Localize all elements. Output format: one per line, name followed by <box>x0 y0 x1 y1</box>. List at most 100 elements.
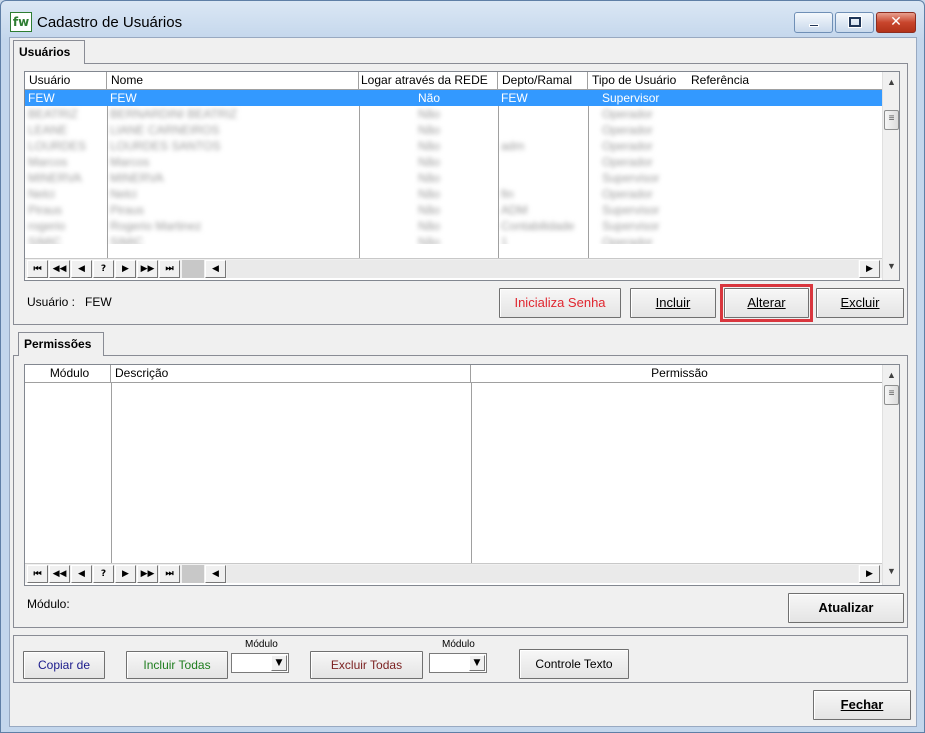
nav-next-page-button[interactable]: ▶▶ <box>137 565 158 583</box>
column-header-usuario[interactable]: Usuário <box>25 72 107 90</box>
delete-all-button[interactable]: Excluir Todas <box>310 651 423 679</box>
close-window-button[interactable]: ✕ <box>876 12 916 33</box>
text-control-button[interactable]: Controle Texto <box>519 649 629 679</box>
column-header-nome[interactable]: Nome <box>107 72 359 90</box>
table-row[interactable]: LOURDES LOURDES SANTOS Não adm Operador <box>25 138 882 154</box>
column-header-referencia[interactable]: Referência <box>684 72 884 90</box>
nav-last-button[interactable]: ⏭ <box>159 565 180 583</box>
close-button-label: Fechar <box>840 697 884 712</box>
users-vertical-scrollbar[interactable]: ▲ ≡ ▼ <box>882 72 899 280</box>
delete-module-select[interactable]: ▼ <box>429 653 487 673</box>
nav-search-button[interactable]: ? <box>93 565 114 583</box>
table-row-selected[interactable]: FEW FEW Não FEW Supervisor <box>25 90 882 106</box>
table-row[interactable]: Marcos Marcos Não Operador <box>25 154 882 170</box>
nav-prev-page-button[interactable]: ◀◀ <box>49 565 70 583</box>
users-grid[interactable]: Usuário Nome Logar através da REDE Depto… <box>24 71 900 281</box>
nav-prev-button[interactable]: ◀ <box>71 260 92 278</box>
users-record-navigator: ⏮ ◀◀ ◀ ? ▶ ▶▶ ⏭ ◀ ▶ <box>25 258 882 278</box>
include-user-button[interactable]: Incluir <box>630 288 716 318</box>
nav-next-button[interactable]: ▶ <box>115 260 136 278</box>
table-row[interactable]: LEANE LIANE CARNEIROS Não Operador <box>25 122 882 138</box>
table-row[interactable]: Nelci Nelci Não fin Operador <box>25 186 882 202</box>
column-divider <box>111 383 112 563</box>
delete-user-button[interactable]: Excluir <box>816 288 904 318</box>
nav-prev-button[interactable]: ◀ <box>71 565 92 583</box>
scroll-up-arrow-icon[interactable]: ▲ <box>883 367 899 384</box>
nav-next-page-button[interactable]: ▶▶ <box>137 260 158 278</box>
cell-rede: Não <box>418 203 441 217</box>
column-header-tipo-usuario[interactable]: Tipo de Usuário <box>588 72 684 90</box>
nav-first-button[interactable]: ⏮ <box>27 260 48 278</box>
cell-depto <box>498 122 588 138</box>
column-header-depto-ramal[interactable]: Depto/Ramal <box>498 72 588 90</box>
copy-from-button[interactable]: Copiar de <box>23 651 105 679</box>
table-row[interactable]: rogerio Rogerio Martinez Não Contabilida… <box>25 218 882 234</box>
column-header-permissao[interactable]: Permissão <box>471 365 884 383</box>
cell-tipo: Operador <box>602 139 653 153</box>
permissions-vertical-scrollbar[interactable]: ▲ ≡ ▼ <box>882 365 899 585</box>
cell-rede: Não <box>418 219 441 233</box>
cell-tipo: Supervisor <box>602 171 660 185</box>
minimize-button[interactable] <box>794 12 833 33</box>
nav-next-button[interactable]: ▶ <box>115 565 136 583</box>
table-row[interactable]: SIMIC SIMIC Não 1 Operador <box>25 234 882 244</box>
nav-last-button[interactable]: ⏭ <box>159 260 180 278</box>
scroll-right-button[interactable]: ▶ <box>859 565 880 583</box>
cell-usuario: FEW <box>28 91 55 105</box>
window-title: Cadastro de Usuários <box>37 14 183 31</box>
minimize-icon <box>809 24 819 27</box>
delete-module-label: Módulo <box>442 639 475 650</box>
scroll-right-button[interactable]: ▶ <box>859 260 880 278</box>
cell-nome: Piraus <box>110 203 145 217</box>
chevron-down-icon[interactable]: ▼ <box>271 655 287 671</box>
cell-tipo: Operador <box>602 107 653 121</box>
column-header-modulo[interactable]: Módulo <box>25 365 111 383</box>
table-row[interactable]: MINERVA MINERVA Não Supervisor <box>25 170 882 186</box>
permissions-grid[interactable]: Módulo Descrição Permissão ⏮ ◀◀ ◀ ? ▶ ▶▶… <box>24 364 900 586</box>
cell-usuario: BEATRIZ <box>28 107 78 121</box>
nav-separator <box>182 565 204 583</box>
nav-search-button[interactable]: ? <box>93 260 114 278</box>
cell-usuario: Marcos <box>28 155 68 169</box>
column-header-logar-rede[interactable]: Logar através da REDE <box>359 72 498 90</box>
tab-permissoes[interactable]: Permissões <box>18 332 104 356</box>
horizontal-scroll-track[interactable] <box>227 260 858 278</box>
cell-usuario: Piraus <box>28 203 63 217</box>
reset-password-button[interactable]: Inicializa Senha <box>499 288 621 318</box>
horizontal-scroll-track[interactable] <box>227 565 858 583</box>
cell-tipo: Supervisor <box>602 91 660 105</box>
scroll-thumb[interactable]: ≡ <box>884 110 899 130</box>
scroll-down-arrow-icon[interactable]: ▼ <box>883 258 899 275</box>
cell-nome: Marcos <box>110 155 150 169</box>
tab-usuarios[interactable]: Usuários <box>13 40 85 64</box>
current-user-value: FEW <box>85 295 112 309</box>
cell-tipo: Operador <box>602 235 653 244</box>
update-button[interactable]: Atualizar <box>788 593 904 623</box>
close-button[interactable]: Fechar <box>813 690 911 720</box>
scroll-thumb[interactable]: ≡ <box>884 385 899 405</box>
title-bar[interactable]: fw Cadastro de Usuários ✕ <box>1 1 924 37</box>
cell-usuario: Nelci <box>28 187 55 201</box>
column-divider <box>471 383 472 563</box>
table-row[interactable]: Piraus Piraus Não ADM Supervisor <box>25 202 882 218</box>
cell-usuario: rogerio <box>28 219 66 233</box>
chevron-down-icon[interactable]: ▼ <box>469 655 485 671</box>
cell-nome: SIMIC <box>110 235 144 244</box>
edit-user-button[interactable]: Alterar <box>724 288 809 318</box>
scroll-left-button[interactable]: ◀ <box>205 565 226 583</box>
table-row[interactable]: BEATRIZ BERNARDINI BEATRIZ Não Operador <box>25 106 882 122</box>
scroll-down-arrow-icon[interactable]: ▼ <box>883 563 899 580</box>
column-header-descricao[interactable]: Descrição <box>111 365 471 383</box>
cell-tipo: Operador <box>602 123 653 137</box>
scroll-up-arrow-icon[interactable]: ▲ <box>883 74 899 91</box>
scroll-left-button[interactable]: ◀ <box>205 260 226 278</box>
cell-rede: Não <box>418 91 441 105</box>
cell-nome: BERNARDINI BEATRIZ <box>110 107 238 121</box>
maximize-button[interactable] <box>835 12 874 33</box>
cell-usuario: LEANE <box>28 123 68 137</box>
include-module-select[interactable]: ▼ <box>231 653 289 673</box>
window-client-area: Usuários Usuário Nome Logar através da R… <box>9 37 917 727</box>
nav-first-button[interactable]: ⏮ <box>27 565 48 583</box>
nav-prev-page-button[interactable]: ◀◀ <box>49 260 70 278</box>
include-all-button[interactable]: Incluir Todas <box>126 651 228 679</box>
